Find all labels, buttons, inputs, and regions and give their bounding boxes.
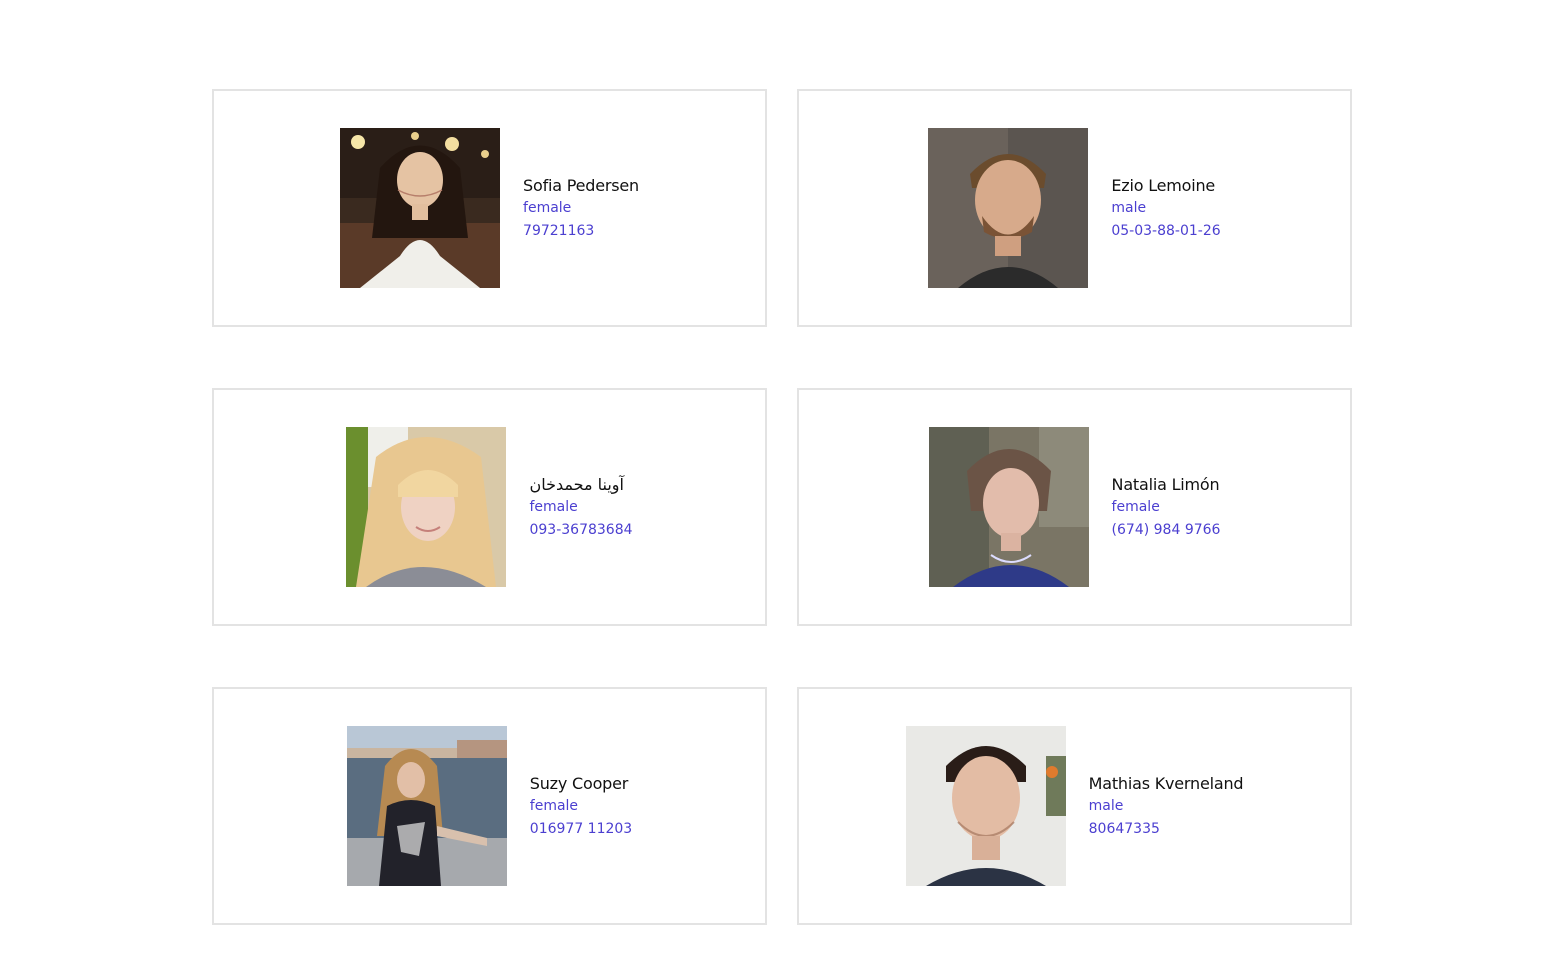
user-gender[interactable]: male [1111,197,1220,220]
user-name: Ezio Lemoine [1111,175,1216,195]
user-name: Sofia Pedersen [523,175,639,195]
user-card: Sofia Pedersen female 79721163 [212,89,767,327]
user-gender[interactable]: female [529,496,632,519]
user-photo [346,726,507,886]
user-card: Natalia Limón female (674) 984 9766 [797,388,1352,626]
user-phone[interactable]: (674) 984 9766 [1112,519,1221,542]
user-gender[interactable]: female [530,795,632,818]
user-phone[interactable]: 80647335 [1089,818,1244,841]
user-card: آوینا محمدخان female 093-36783684 [212,388,767,626]
user-gender[interactable]: male [1089,795,1244,818]
user-info: Mathias Kverneland male 80647335 [1089,772,1244,841]
user-phone[interactable]: 05-03-88-01-26 [1111,220,1220,243]
user-photo [928,128,1089,288]
user-info: آوینا محمدخان female 093-36783684 [529,473,632,542]
user-photo [928,427,1089,587]
user-card: Suzy Cooper female 016977 11203 [212,687,767,925]
user-name: Natalia Limón [1111,474,1220,494]
user-info: Suzy Cooper female 016977 11203 [530,772,632,841]
user-name: Suzy Cooper [529,773,629,793]
user-photo [346,427,507,587]
user-info: Natalia Limón female (674) 984 9766 [1112,473,1221,542]
user-gender[interactable]: female [523,197,639,220]
user-card: Mathias Kverneland male 80647335 [797,687,1352,925]
user-name: آوینا محمدخان [529,474,624,494]
user-photo [905,726,1066,886]
user-phone[interactable]: 79721163 [523,220,639,243]
user-card: Ezio Lemoine male 05-03-88-01-26 [797,89,1352,327]
user-info: Ezio Lemoine male 05-03-88-01-26 [1111,174,1220,243]
user-phone[interactable]: 093-36783684 [529,519,632,542]
user-phone[interactable]: 016977 11203 [530,818,632,841]
user-info: Sofia Pedersen female 79721163 [523,174,639,243]
user-gender[interactable]: female [1112,496,1221,519]
user-name: Mathias Kverneland [1088,773,1244,793]
user-card-grid: Sofia Pedersen female 79721163 Ezio Lemo… [212,89,1352,925]
user-photo [340,128,501,288]
